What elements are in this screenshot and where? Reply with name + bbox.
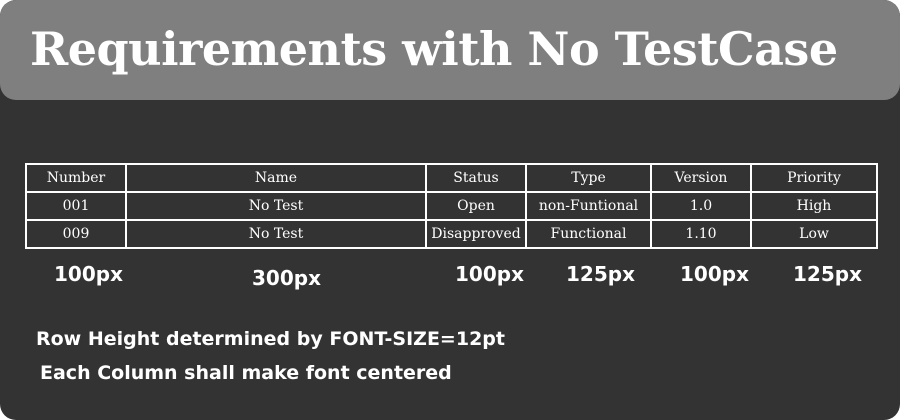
width-label-status: 100px bbox=[455, 262, 524, 286]
cell-status: Disapproved bbox=[425, 219, 527, 249]
cell-type: Functional bbox=[525, 219, 652, 249]
width-label-number: 100px bbox=[54, 262, 123, 286]
cell-name: No Test bbox=[125, 219, 427, 249]
width-label-type: 125px bbox=[566, 262, 635, 286]
table-row: 001 No Test Open non-Funtional 1.0 High bbox=[25, 191, 878, 221]
cell-version: 1.10 bbox=[650, 219, 752, 249]
cell-number: 001 bbox=[25, 191, 127, 221]
header-priority: Priority bbox=[750, 163, 878, 193]
note-column-centered: Each Column shall make font centered bbox=[40, 362, 452, 384]
header-version: Version bbox=[650, 163, 752, 193]
cell-status: Open bbox=[425, 191, 527, 221]
cell-type: non-Funtional bbox=[525, 191, 652, 221]
cell-number: 009 bbox=[25, 219, 127, 249]
requirements-table: Number Name Status Type Version Priority… bbox=[25, 163, 878, 249]
header-type: Type bbox=[525, 163, 652, 193]
page-title: Requirements with No TestCase bbox=[30, 22, 838, 76]
header-status: Status bbox=[425, 163, 527, 193]
width-label-priority: 125px bbox=[793, 262, 862, 286]
cell-priority: Low bbox=[750, 219, 878, 249]
cell-name: No Test bbox=[125, 191, 427, 221]
slide-frame: Requirements with No TestCase Number Nam… bbox=[0, 0, 900, 420]
width-label-version: 100px bbox=[680, 262, 749, 286]
header-name: Name bbox=[125, 163, 427, 193]
width-label-name: 300px bbox=[252, 266, 321, 290]
header-number: Number bbox=[25, 163, 127, 193]
table-header-row: Number Name Status Type Version Priority bbox=[25, 163, 878, 193]
cell-priority: High bbox=[750, 191, 878, 221]
table-row: 009 No Test Disapproved Functional 1.10 … bbox=[25, 219, 878, 249]
note-row-height: Row Height determined by FONT-SIZE=12pt bbox=[36, 328, 505, 350]
cell-version: 1.0 bbox=[650, 191, 752, 221]
title-bar: Requirements with No TestCase bbox=[0, 0, 900, 100]
